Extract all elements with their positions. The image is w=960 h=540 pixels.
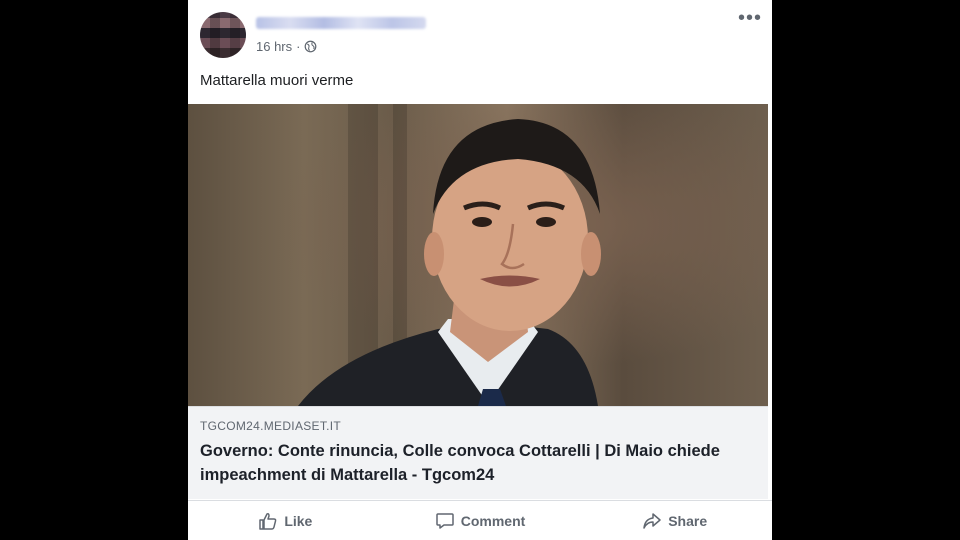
share-button[interactable]: Share — [577, 501, 772, 540]
comment-button[interactable]: Comment — [383, 501, 578, 540]
like-button[interactable]: Like — [188, 501, 383, 540]
like-label: Like — [284, 513, 313, 529]
meta-separator: · — [296, 39, 301, 54]
comment-icon — [435, 513, 454, 529]
avatar[interactable] — [200, 12, 246, 58]
author-name-blurred[interactable] — [256, 17, 426, 29]
share-label: Share — [668, 513, 708, 529]
timestamp[interactable]: 16 hrs — [256, 39, 292, 54]
share-icon — [643, 513, 661, 529]
more-options-icon[interactable]: ••• — [738, 8, 762, 28]
thumbs-up-icon — [259, 513, 277, 530]
link-preview[interactable]: TGCOM24.MEDIASET.IT Governo: Conte rinun… — [188, 406, 768, 499]
comment-label: Comment — [460, 513, 526, 529]
post-text: Mattarella muori verme — [200, 72, 354, 89]
link-domain: TGCOM24.MEDIASET.IT — [200, 419, 342, 433]
post-card: 16 hrs · ••• Mattarella muori verme TGCO… — [188, 0, 772, 540]
post-meta: 16 hrs · — [256, 39, 317, 54]
globe-icon[interactable] — [304, 40, 317, 53]
link-preview-image[interactable] — [188, 104, 768, 406]
link-headline[interactable]: Governo: Conte rinuncia, Colle convoca C… — [200, 439, 760, 487]
post-actions: Like Comment Share — [188, 500, 772, 540]
